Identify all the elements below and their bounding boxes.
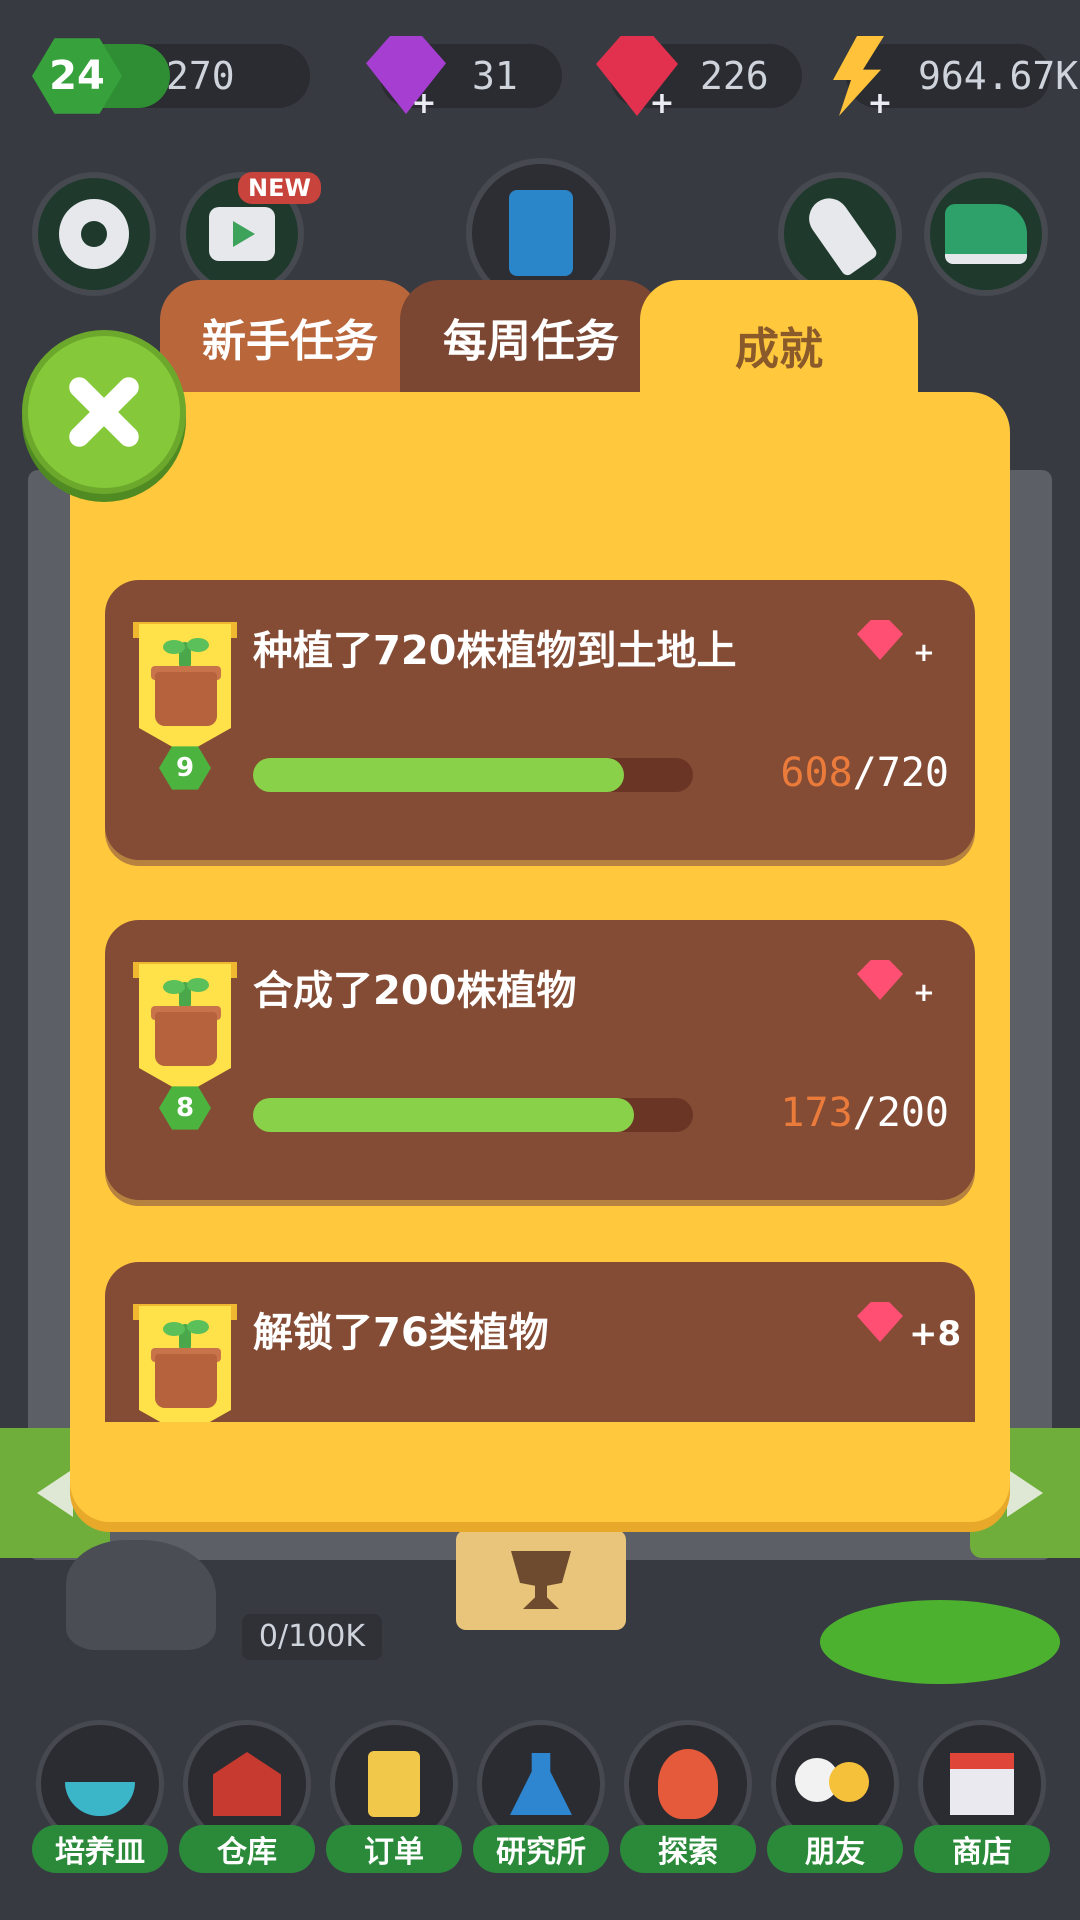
barn-icon <box>213 1752 281 1816</box>
xp-value: 270 <box>166 54 235 98</box>
nav-label: 订单 <box>326 1825 462 1873</box>
new-badge: NEW <box>238 172 321 204</box>
petri-dish-icon <box>65 1782 135 1816</box>
trophy-sign[interactable] <box>456 1530 626 1630</box>
arrow-left-icon <box>37 1469 73 1517</box>
achievement-level-value: 9 <box>175 753 195 783</box>
achievement-title: 合成了200株植物 <box>253 968 577 1014</box>
purple-gem-value: 31 <box>472 54 518 98</box>
progress-current: 608 <box>780 750 853 796</box>
tab-label: 新手任务 <box>202 316 378 367</box>
add-red-gem-icon[interactable]: + <box>648 89 676 119</box>
shoe-button[interactable] <box>924 172 1048 296</box>
achievement-title: 种植了720株植物到土地上 <box>253 628 737 674</box>
close-button[interactable] <box>22 330 186 494</box>
progress-total: /200 <box>852 1090 949 1136</box>
progress-bar <box>253 1098 693 1132</box>
progress-count: 173/200 <box>780 1090 949 1136</box>
lab-flask-icon <box>510 1753 572 1815</box>
nav-petri-dish[interactable]: 培养皿 <box>32 1720 168 1873</box>
hot-air-balloon-icon <box>658 1749 718 1819</box>
rocket-button[interactable] <box>778 172 902 296</box>
achievement-level: 8 <box>159 1086 211 1130</box>
achievement-card[interactable]: 8 合成了200株植物 + 173/200 <box>105 920 975 1200</box>
tab-label: 成就 <box>735 324 823 375</box>
progress-fill <box>253 758 625 792</box>
plant-pot-icon <box>155 1354 217 1408</box>
nav-explore[interactable]: 探索 <box>620 1720 756 1873</box>
achievement-level-value: 8 <box>175 1093 195 1123</box>
tab-label: 每周任务 <box>443 316 619 367</box>
progress-fill <box>253 1098 634 1132</box>
nav-friends[interactable]: 朋友 <box>767 1720 903 1873</box>
achievement-title: 解锁了76类植物 <box>253 1310 549 1356</box>
trophy-icon <box>511 1551 571 1609</box>
red-gem-reward-icon <box>857 620 903 660</box>
slime-puddle <box>820 1600 1060 1684</box>
red-gem-value: 226 <box>700 54 769 98</box>
shop-icon <box>950 1753 1014 1815</box>
nav-shop[interactable]: 商店 <box>914 1720 1050 1873</box>
nav-label: 商店 <box>914 1825 1050 1873</box>
reward-amount: +8 <box>909 1314 962 1354</box>
nav-label: 培养皿 <box>32 1825 168 1873</box>
leaf-right <box>187 978 209 992</box>
close-icon <box>59 367 149 457</box>
nav-research[interactable]: 研究所 <box>473 1720 609 1873</box>
red-gem-reward-icon <box>857 1302 903 1342</box>
scroll-viewport-clip: 解锁了76类植物 +8 <box>105 1262 975 1422</box>
energy-value: 964.67K <box>918 54 1079 98</box>
video-camera-icon <box>209 207 275 261</box>
nav-warehouse[interactable]: 仓库 <box>179 1720 315 1873</box>
storage-counter-value: 0/100K <box>258 1619 366 1654</box>
leaf-left <box>163 640 185 654</box>
nav-label: 仓库 <box>179 1825 315 1873</box>
achievement-level: 9 <box>159 746 211 790</box>
storage-counter: 0/100K <box>242 1614 382 1660</box>
add-purple-gem-icon[interactable]: + <box>410 89 438 119</box>
sneaker-icon <box>945 204 1027 264</box>
level-value: 24 <box>49 53 105 99</box>
arrow-right-icon <box>1007 1469 1043 1517</box>
leaf-right <box>187 1320 209 1334</box>
friends-icon <box>795 1754 875 1814</box>
progress-count: 608/720 <box>780 750 949 796</box>
leaf-right <box>187 638 209 652</box>
reward-amount: + <box>913 978 935 1008</box>
rock-pile <box>66 1540 216 1650</box>
achievement-card[interactable]: 9 种植了720株植物到土地上 + 608/720 <box>105 580 975 860</box>
progress-bar <box>253 758 693 792</box>
achievement-card[interactable]: 解锁了76类植物 +8 <box>105 1262 975 1422</box>
tab-weekly-tasks[interactable]: 每周任务 <box>400 280 662 394</box>
tab-achievements[interactable]: 成就 <box>640 280 918 410</box>
nav-label: 朋友 <box>767 1825 903 1873</box>
scroll-icon <box>368 1751 420 1817</box>
gear-icon <box>59 199 129 269</box>
plant-pot-icon <box>155 672 217 726</box>
progress-current: 173 <box>780 1090 853 1136</box>
add-energy-icon[interactable]: + <box>866 89 894 119</box>
book-icon <box>509 190 573 276</box>
leaf-left <box>163 1322 185 1336</box>
reward-amount: + <box>913 638 935 668</box>
tab-beginner-tasks[interactable]: 新手任务 <box>160 280 420 394</box>
rocket-icon <box>801 190 879 278</box>
red-gem-reward-icon <box>857 960 903 1000</box>
settings-button[interactable] <box>32 172 156 296</box>
plant-pot-icon <box>155 1012 217 1066</box>
leaf-left <box>163 980 185 994</box>
nav-label: 探索 <box>620 1825 756 1873</box>
nav-orders[interactable]: 订单 <box>326 1720 462 1873</box>
nav-label: 研究所 <box>473 1825 609 1873</box>
progress-total: /720 <box>852 750 949 796</box>
